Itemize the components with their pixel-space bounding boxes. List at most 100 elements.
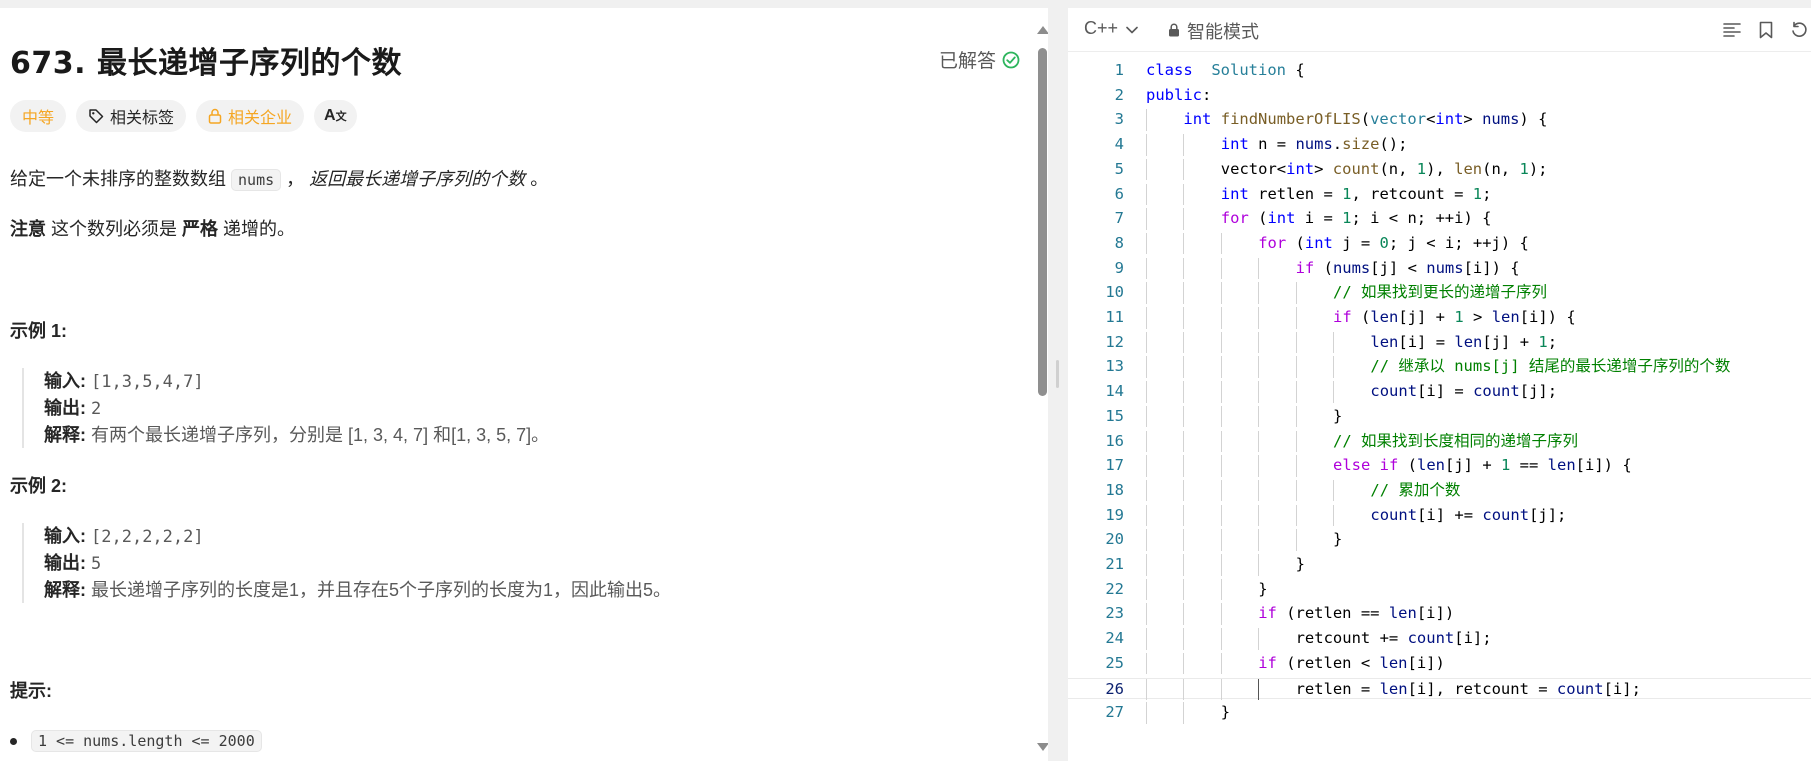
- output-value: 2: [91, 399, 102, 419]
- code-editor-panel: C++ 智能模式 1 class Solution {2 public: 3 …: [1068, 8, 1811, 761]
- code-token: [i]): [1407, 653, 1445, 672]
- code-line[interactable]: 25 if (retlen < len[i]): [1068, 652, 1811, 675]
- code-line[interactable]: 13 // 继承以 nums[j] 结尾的最长递增子序列的个数: [1068, 356, 1811, 378]
- code-line[interactable]: 26 retlen = len[i], retcount = count[i];: [1068, 677, 1811, 701]
- code-line[interactable]: 17 else if (len[j] + 1 == len[i]) {: [1068, 455, 1811, 477]
- code-token: [j];: [1519, 382, 1558, 401]
- scroll-thumb[interactable]: [1038, 48, 1047, 396]
- hint-item: 1 <= nums.length <= 2000: [10, 730, 262, 752]
- note-strict: 严格: [182, 219, 219, 239]
- code-token: 1: [1472, 184, 1483, 203]
- code-line[interactable]: 1 class Solution {: [1068, 60, 1811, 82]
- code-token: count: [1407, 629, 1455, 648]
- code-line[interactable]: 4 int n = nums.size();: [1068, 134, 1811, 156]
- translate-icon: A文: [324, 107, 347, 124]
- code-token: len: [1454, 332, 1483, 351]
- indent-guide: [1146, 331, 1147, 354]
- code-line[interactable]: 10 // 如果找到更长的递增子序列: [1068, 282, 1811, 304]
- code-token: >: [1463, 308, 1492, 326]
- format-code-icon[interactable]: [1722, 21, 1742, 44]
- code-line[interactable]: 22}: [1068, 578, 1811, 601]
- indent-guide: [1183, 678, 1185, 700]
- panel-resize-divider[interactable]: [1048, 0, 1068, 761]
- code-line[interactable]: 16 // 如果找到长度相同的递增子序列: [1068, 430, 1811, 453]
- reset-icon[interactable]: [1790, 21, 1808, 44]
- code-line[interactable]: 23 if (retlen == len[i]): [1068, 603, 1811, 625]
- code-line[interactable]: 9 if (nums[j] < nums[i]) {: [1068, 257, 1811, 280]
- line-number: 10: [1105, 283, 1124, 302]
- code-line[interactable]: 27}: [1068, 702, 1811, 724]
- indent-guide: [1183, 554, 1185, 576]
- code-line[interactable]: 3 int findNumberOfLIS(vector<int> nums) {: [1068, 109, 1811, 131]
- code-text: }: [1333, 406, 1342, 428]
- indent-guide: [1258, 628, 1260, 650]
- indent-guide: [1220, 356, 1222, 378]
- translate-button[interactable]: A文: [314, 100, 357, 132]
- line-number: 22: [1105, 579, 1124, 598]
- indent-guide: [1258, 430, 1260, 452]
- code-line[interactable]: 15}: [1068, 405, 1811, 428]
- code-line[interactable]: 11 if (len[j] + 1 > len[i]) {: [1068, 307, 1811, 329]
- related-tags-button[interactable]: 相关标签: [76, 100, 187, 132]
- code-text: if (retlen == len[i]): [1258, 603, 1454, 625]
- code-line[interactable]: 5 vector<int> count(n, 1), len(n, 1);: [1068, 158, 1811, 181]
- code-text: // 如果找到长度相同的递增子序列: [1333, 431, 1578, 453]
- indent-guide: [1220, 307, 1222, 329]
- example-2-explanation: 解释: 最长递增子序列的长度是1，并且存在5个子序列的长度为1，因此输出5。: [44, 577, 671, 603]
- code-line[interactable]: 7 for (int i = 1; i < n; ++i) {: [1068, 208, 1811, 230]
- note-text: 这个数列必须是: [51, 219, 178, 239]
- code-line[interactable]: 19 count[i] += count[j];: [1068, 504, 1811, 527]
- code-line[interactable]: 2 public:: [1068, 85, 1811, 107]
- bookmark-icon[interactable]: [1758, 21, 1774, 44]
- code-token: len: [1454, 159, 1483, 178]
- problem-description-panel: 673. 最长递增子序列的个数 已解答 中等 相关标签 相关企业 A文 给定一个…: [0, 8, 1048, 761]
- code-token: [i] =: [1417, 382, 1474, 401]
- code-token: (: [1248, 209, 1268, 228]
- indent-guide: [1146, 134, 1147, 156]
- indent-guide: [1220, 578, 1222, 601]
- left-scrollbar[interactable]: [1036, 16, 1048, 761]
- input-value: [2,2,2,2,2]: [91, 527, 204, 547]
- problem-tags: 中等 相关标签 相关企业 A文: [10, 100, 357, 132]
- code-token: len: [1417, 456, 1445, 475]
- code-token: count: [1556, 679, 1604, 698]
- editor-toolbar: C++ 智能模式: [1068, 8, 1811, 52]
- code-line[interactable]: 24 retcount += count[i];: [1068, 628, 1811, 650]
- code-area[interactable]: 1 class Solution { 2 public: 3 int findNumber…: [1068, 60, 1811, 750]
- related-companies-button[interactable]: 相关企业: [196, 100, 305, 132]
- code-line[interactable]: 6 int retlen = 1, retcount = 1;: [1068, 183, 1811, 205]
- code-token: }: [1333, 406, 1343, 425]
- note-end: 递增的。: [223, 219, 296, 239]
- tag-icon: [88, 108, 104, 124]
- code-token: count: [1332, 159, 1380, 178]
- code-text: retlen = len[i], retcount = count[i];: [1296, 679, 1641, 701]
- code-line[interactable]: 12 len[i] = len[j] + 1;: [1068, 331, 1811, 354]
- indent-guide: [1183, 652, 1185, 675]
- code-token: }: [1258, 579, 1268, 598]
- code-line[interactable]: 20}: [1068, 529, 1811, 551]
- code-token: // 如果找到长度相同的递增子序列: [1333, 431, 1578, 450]
- code-line[interactable]: 14 count[i] = count[j];: [1068, 381, 1811, 403]
- code-token: if: [1333, 308, 1352, 326]
- code-token: [i], retcount =: [1407, 679, 1557, 698]
- related-companies-label: 相关企业: [228, 110, 293, 127]
- language-select[interactable]: C++: [1084, 18, 1138, 39]
- bullet-icon: [10, 737, 17, 745]
- smart-mode-toggle[interactable]: 智能模式: [1168, 18, 1259, 44]
- code-token: count: [1482, 505, 1530, 524]
- indent-guide: [1220, 628, 1222, 650]
- code-text: // 继承以 nums[j] 结尾的最长递增子序列的个数: [1370, 356, 1730, 378]
- code-token: len: [1379, 653, 1408, 672]
- code-line[interactable]: 18 // 累加个数: [1068, 479, 1811, 502]
- indent-guide: [1183, 307, 1185, 329]
- indent-guide: [1183, 282, 1185, 304]
- scroll-down-arrow-icon[interactable]: [1037, 743, 1048, 751]
- code-line[interactable]: 21}: [1068, 554, 1811, 576]
- drag-handle[interactable]: [1056, 360, 1059, 388]
- indent-guide: [1258, 479, 1260, 502]
- code-token: // 如果找到更长的递增子序列: [1333, 283, 1547, 302]
- code-token: [j] +: [1445, 456, 1501, 475]
- code-token: <: [1426, 110, 1436, 129]
- scroll-up-arrow-icon[interactable]: [1037, 26, 1048, 34]
- code-line[interactable]: 8 for (int j = 0; j < i; ++j) {: [1068, 232, 1811, 255]
